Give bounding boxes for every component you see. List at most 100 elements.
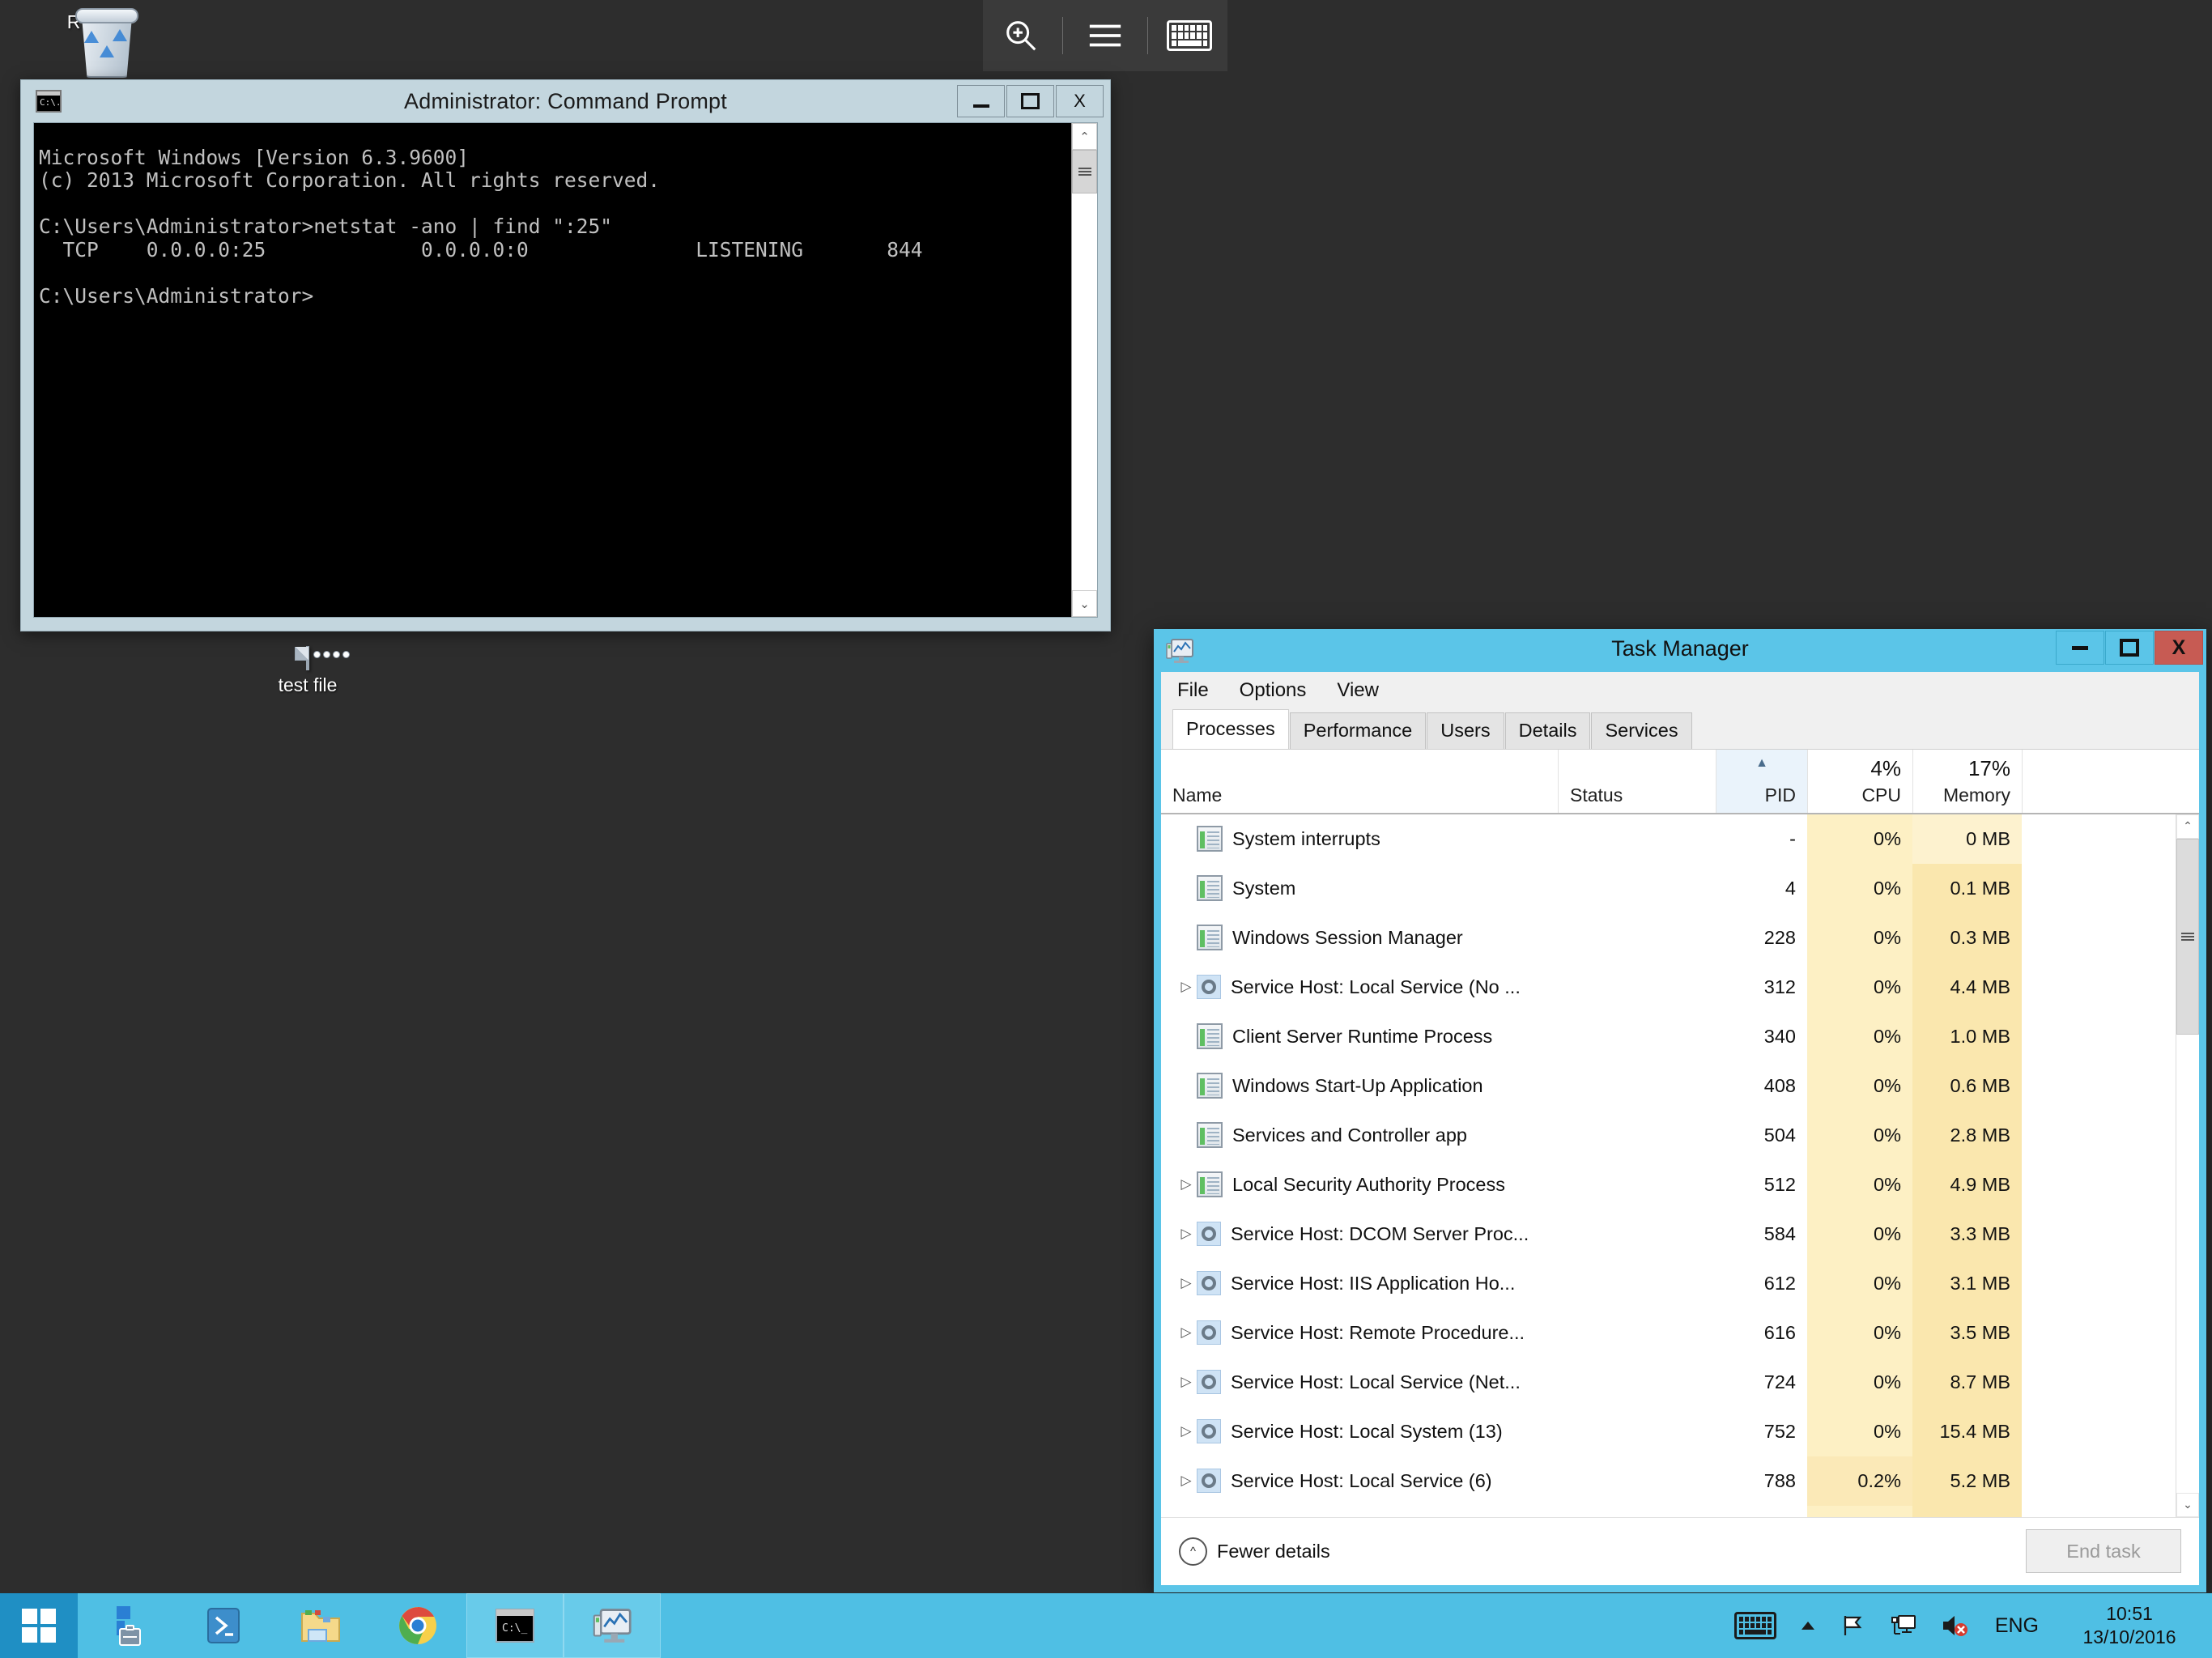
process-status-cell <box>1558 1259 1716 1308</box>
table-row[interactable]: ▷Service Host: Remote Procedure...6160%3… <box>1161 1308 2176 1358</box>
process-list[interactable]: System interrupts-0%0 MBSystem40%0.1 MBW… <box>1161 814 2176 1517</box>
task-manager-minimize-button[interactable] <box>2056 631 2104 665</box>
tab-services[interactable]: Services <box>1591 712 1691 749</box>
column-header-name[interactable]: Name <box>1161 750 1558 813</box>
window-process-icon <box>1197 1023 1223 1049</box>
tab-processes[interactable]: Processes <box>1172 709 1289 749</box>
cmd-scroll-track[interactable] <box>1072 150 1097 590</box>
table-row[interactable]: ▷Local Security Authority Process5120%4.… <box>1161 1160 2176 1209</box>
menu-item-options[interactable]: Options <box>1240 679 1307 702</box>
menu-item-file[interactable]: File <box>1177 679 1209 702</box>
expand-arrow-icon[interactable]: ▷ <box>1176 979 1197 995</box>
process-row-filler <box>2022 814 2176 864</box>
cmd-maximize-button[interactable] <box>1006 85 1054 117</box>
taskbar-item-file-explorer[interactable] <box>272 1593 369 1658</box>
cmd-console-output[interactable]: Microsoft Windows [Version 6.3.9600] (c)… <box>34 143 1071 597</box>
toolbar-divider <box>1147 17 1148 54</box>
zoom-in-icon[interactable] <box>987 0 1055 71</box>
flag-icon[interactable] <box>1840 1612 1867 1639</box>
cmd-title-bar[interactable]: C:\. Administrator: Command Prompt X <box>21 80 1110 122</box>
column-header-pid[interactable]: ▲ PID <box>1716 750 1807 813</box>
task-manager-maximize-button[interactable] <box>2105 631 2154 665</box>
memory-total-value: 17% <box>1913 756 2022 781</box>
process-pid-cell: 844 <box>1716 1506 1807 1517</box>
table-row[interactable]: ▷Service Host: Local Service (6)7880.2%5… <box>1161 1456 2176 1506</box>
volume-muted-icon[interactable] <box>1940 1613 1969 1639</box>
process-name-label: Service Host: Local System (13) <box>1231 1421 1503 1443</box>
scroll-down-arrow-icon[interactable]: ⌄ <box>2176 1493 2199 1517</box>
keyboard-icon[interactable] <box>1734 1612 1776 1639</box>
cmd-scroll-thumb[interactable] <box>1072 150 1097 193</box>
column-header-memory[interactable]: 17% Memory <box>1912 750 2022 813</box>
expand-arrow-icon[interactable]: ▷ <box>1176 1176 1197 1192</box>
table-row[interactable]: ▷Service Host: IIS Application Ho...6120… <box>1161 1259 2176 1308</box>
expand-arrow-icon[interactable]: ▷ <box>1176 1374 1197 1390</box>
chevron-up-icon[interactable] <box>1799 1619 1817 1632</box>
task-manager-title-bar[interactable]: Task Manager X <box>1154 629 2206 672</box>
table-row[interactable]: Windows Start-Up Application4080%0.6 MB <box>1161 1061 2176 1111</box>
cmd-minimize-button[interactable] <box>957 85 1005 117</box>
task-manager-footer: ^ Fewer details End task <box>1161 1517 2199 1585</box>
tab-users[interactable]: Users <box>1427 712 1504 749</box>
table-row[interactable]: ▷Service Host: Local System (13)7520%15.… <box>1161 1407 2176 1456</box>
desktop-icon-test-file[interactable]: test file <box>247 648 368 697</box>
task-manager-window[interactable]: Task Manager X File Options View Process… <box>1154 629 2206 1592</box>
window-process-icon <box>1197 1171 1223 1197</box>
taskbar-item-powershell[interactable] <box>175 1593 272 1658</box>
taskbar-item-task-manager[interactable] <box>564 1593 661 1658</box>
expand-arrow-icon[interactable]: ▷ <box>1176 1423 1197 1439</box>
table-row[interactable]: ▷Service Host: DCOM Server Proc...5840%3… <box>1161 1209 2176 1259</box>
text-file-icon <box>247 648 368 670</box>
end-task-button[interactable]: End task <box>2026 1529 2181 1573</box>
column-header-status[interactable]: Status <box>1558 750 1716 813</box>
start-button[interactable] <box>0 1593 78 1658</box>
table-row[interactable]: Client Server Runtime Process3400%1.0 MB <box>1161 1012 2176 1061</box>
scroll-down-arrow-icon[interactable]: ⌄ <box>1072 590 1097 617</box>
column-header-cpu[interactable]: 4% CPU <box>1807 750 1912 813</box>
hamburger-menu-icon[interactable] <box>1071 0 1139 71</box>
process-memory-cell: 15.4 MB <box>1912 1407 2022 1456</box>
taskbar-item-server-manager[interactable] <box>78 1593 175 1658</box>
expand-arrow-icon[interactable]: ▷ <box>1176 1226 1197 1242</box>
keyboard-icon[interactable] <box>1155 0 1223 71</box>
process-scroll-thumb[interactable] <box>2176 839 2199 1035</box>
desktop-icon-recycle-bin[interactable]: R <box>13 6 134 34</box>
scroll-up-arrow-icon[interactable]: ⌃ <box>2176 814 2199 839</box>
chrome-icon <box>398 1605 438 1646</box>
table-row[interactable]: System interrupts-0%0 MB <box>1161 814 2176 864</box>
process-cpu-cell: 0% <box>1807 1012 1912 1061</box>
cmd-scrollbar[interactable]: ⌃ ⌄ <box>1071 123 1097 617</box>
table-row[interactable]: Windows Session Manager2280%0.3 MB <box>1161 913 2176 963</box>
taskbar-item-chrome[interactable] <box>369 1593 466 1658</box>
table-row[interactable]: Services and Controller app5040%2.8 MB <box>1161 1111 2176 1160</box>
fewer-details-button[interactable]: ^ Fewer details <box>1179 1537 1330 1566</box>
scroll-up-arrow-icon[interactable]: ⌃ <box>1072 123 1097 150</box>
expand-arrow-icon[interactable]: ▷ <box>1176 1324 1197 1341</box>
table-row[interactable]: System40%0.1 MB <box>1161 864 2176 913</box>
task-manager-close-button[interactable]: X <box>2155 631 2203 665</box>
tab-details[interactable]: Details <box>1505 712 1591 749</box>
taskbar-item-command-prompt[interactable]: C:\_ <box>466 1593 564 1658</box>
process-memory-cell: 4.4 MB <box>1912 963 2022 1012</box>
table-row[interactable]: ▷Service Host: Local Service (Net...7240… <box>1161 1358 2176 1407</box>
table-row[interactable]: ▷Service Host: Local Service (No ...3120… <box>1161 963 2176 1012</box>
tab-performance[interactable]: Performance <box>1290 712 1427 749</box>
clock[interactable]: 10:51 13/10/2016 <box>2061 1602 2197 1649</box>
table-row[interactable]: ▷hMailServer (32 bit)8440%6.0 MB <box>1161 1506 2176 1517</box>
process-memory-cell: 6.0 MB <box>1912 1506 2022 1517</box>
server-manager-icon <box>106 1605 147 1647</box>
process-cpu-cell: 0% <box>1807 1209 1912 1259</box>
network-icon[interactable] <box>1890 1613 1917 1639</box>
menu-item-view[interactable]: View <box>1337 679 1379 702</box>
cmd-close-button[interactable]: X <box>1056 85 1104 117</box>
windows-logo-icon <box>22 1609 56 1643</box>
process-row-filler <box>2022 1456 2176 1506</box>
process-pid-cell: 616 <box>1716 1308 1807 1358</box>
process-scroll-track[interactable] <box>2176 839 2199 1493</box>
expand-arrow-icon[interactable]: ▷ <box>1176 1473 1197 1489</box>
process-list-scrollbar[interactable]: ⌃ ⌄ <box>2176 814 2199 1517</box>
expand-arrow-icon[interactable]: ▷ <box>1176 1275 1197 1291</box>
input-language-indicator[interactable]: ENG <box>1995 1614 2039 1638</box>
process-row-filler <box>2022 1358 2176 1407</box>
command-prompt-window[interactable]: C:\. Administrator: Command Prompt X Mic… <box>20 79 1111 631</box>
